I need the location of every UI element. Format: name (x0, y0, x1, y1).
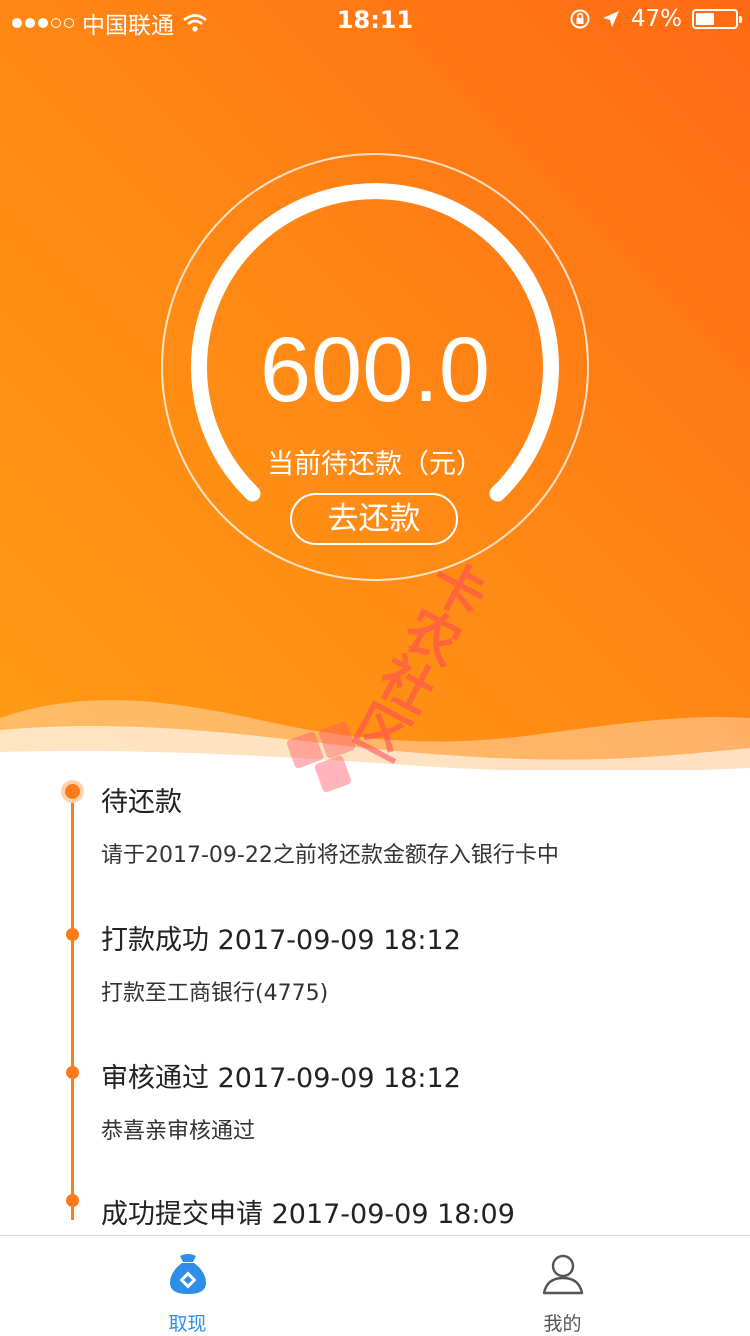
battery-icon (692, 9, 742, 29)
money-bag-icon (170, 1254, 206, 1294)
repay-button[interactable]: 去还款 (290, 493, 458, 545)
location-icon (602, 11, 619, 27)
timeline-node-current (61, 780, 84, 803)
tab-mine[interactable]: 我的 (375, 1236, 750, 1335)
wave-divider (0, 700, 750, 770)
rotation-lock-icon (570, 9, 590, 29)
outstanding-amount: 600.0 (259, 319, 491, 421)
step-desc: 恭喜亲审核通过 (101, 1119, 256, 1144)
timeline-node (66, 928, 79, 941)
tab-bar: 取现 我的 (0, 1235, 750, 1335)
repayment-timeline: 待还款 请于2017-09-22之前将还款金额存入银行卡中 打款成功 2017-… (0, 780, 750, 1235)
step-title: 成功提交申请 2017-09-09 18:09 (101, 1199, 515, 1230)
timeline-node (66, 1066, 79, 1079)
status-bar: 中国联通 18:11 47% (0, 0, 750, 40)
step-title: 待还款 (101, 787, 182, 818)
outstanding-amount-label: 当前待还款（元） (267, 449, 483, 480)
user-icon (542, 1254, 584, 1295)
tab-label: 取现 (168, 1313, 207, 1335)
step-title: 打款成功 2017-09-09 18:12 (101, 925, 461, 956)
step-desc: 请于2017-09-22之前将还款金额存入银行卡中 (101, 843, 559, 868)
tab-label: 我的 (543, 1313, 582, 1335)
timeline-node (66, 1194, 79, 1207)
tab-withdraw[interactable]: 取现 (0, 1236, 375, 1335)
step-desc: 打款至工商银行(4775) (101, 981, 329, 1006)
battery-percent: 47% (630, 6, 682, 32)
timeline-line (71, 800, 74, 1220)
step-title: 审核通过 2017-09-09 18:12 (101, 1063, 461, 1094)
hero-section: 中国联通 18:11 47% 600.0 当前待还款（元） 去还款 (0, 0, 750, 770)
status-right: 47% (569, 6, 742, 32)
